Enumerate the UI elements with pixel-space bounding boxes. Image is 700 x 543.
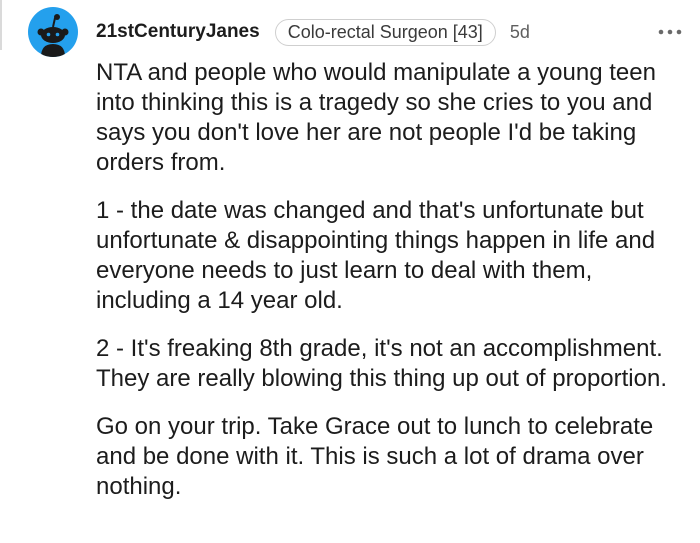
more-options-button[interactable] (655, 20, 685, 44)
reddit-snoo-avatar-icon (37, 14, 69, 57)
comment-header: 21stCenturyJanes Colo-rectal Surgeon [43… (96, 14, 700, 50)
comment-age: 5d (509, 21, 530, 42)
comment-body: NTA and people who would manipulate a yo… (96, 58, 681, 520)
comment-paragraph: 1 - the date was changed and that's unfo… (96, 197, 656, 314)
comment-paragraph: Go on your trip. Take Grace out to lunch… (96, 413, 654, 500)
comment-paragraph: NTA and people who would manipulate a yo… (96, 59, 656, 176)
username[interactable]: 21stCenturyJanes (96, 21, 260, 43)
ellipsis-icon (658, 29, 682, 35)
user-flair[interactable]: Colo-rectal Surgeon [43] (274, 18, 496, 46)
comment: 21stCenturyJanes Colo-rectal Surgeon [43… (0, 0, 700, 543)
comment-paragraph: 2 - It's freaking 8th grade, it's not an… (96, 335, 667, 392)
thread-line[interactable] (0, 0, 2, 50)
avatar[interactable] (28, 7, 78, 57)
